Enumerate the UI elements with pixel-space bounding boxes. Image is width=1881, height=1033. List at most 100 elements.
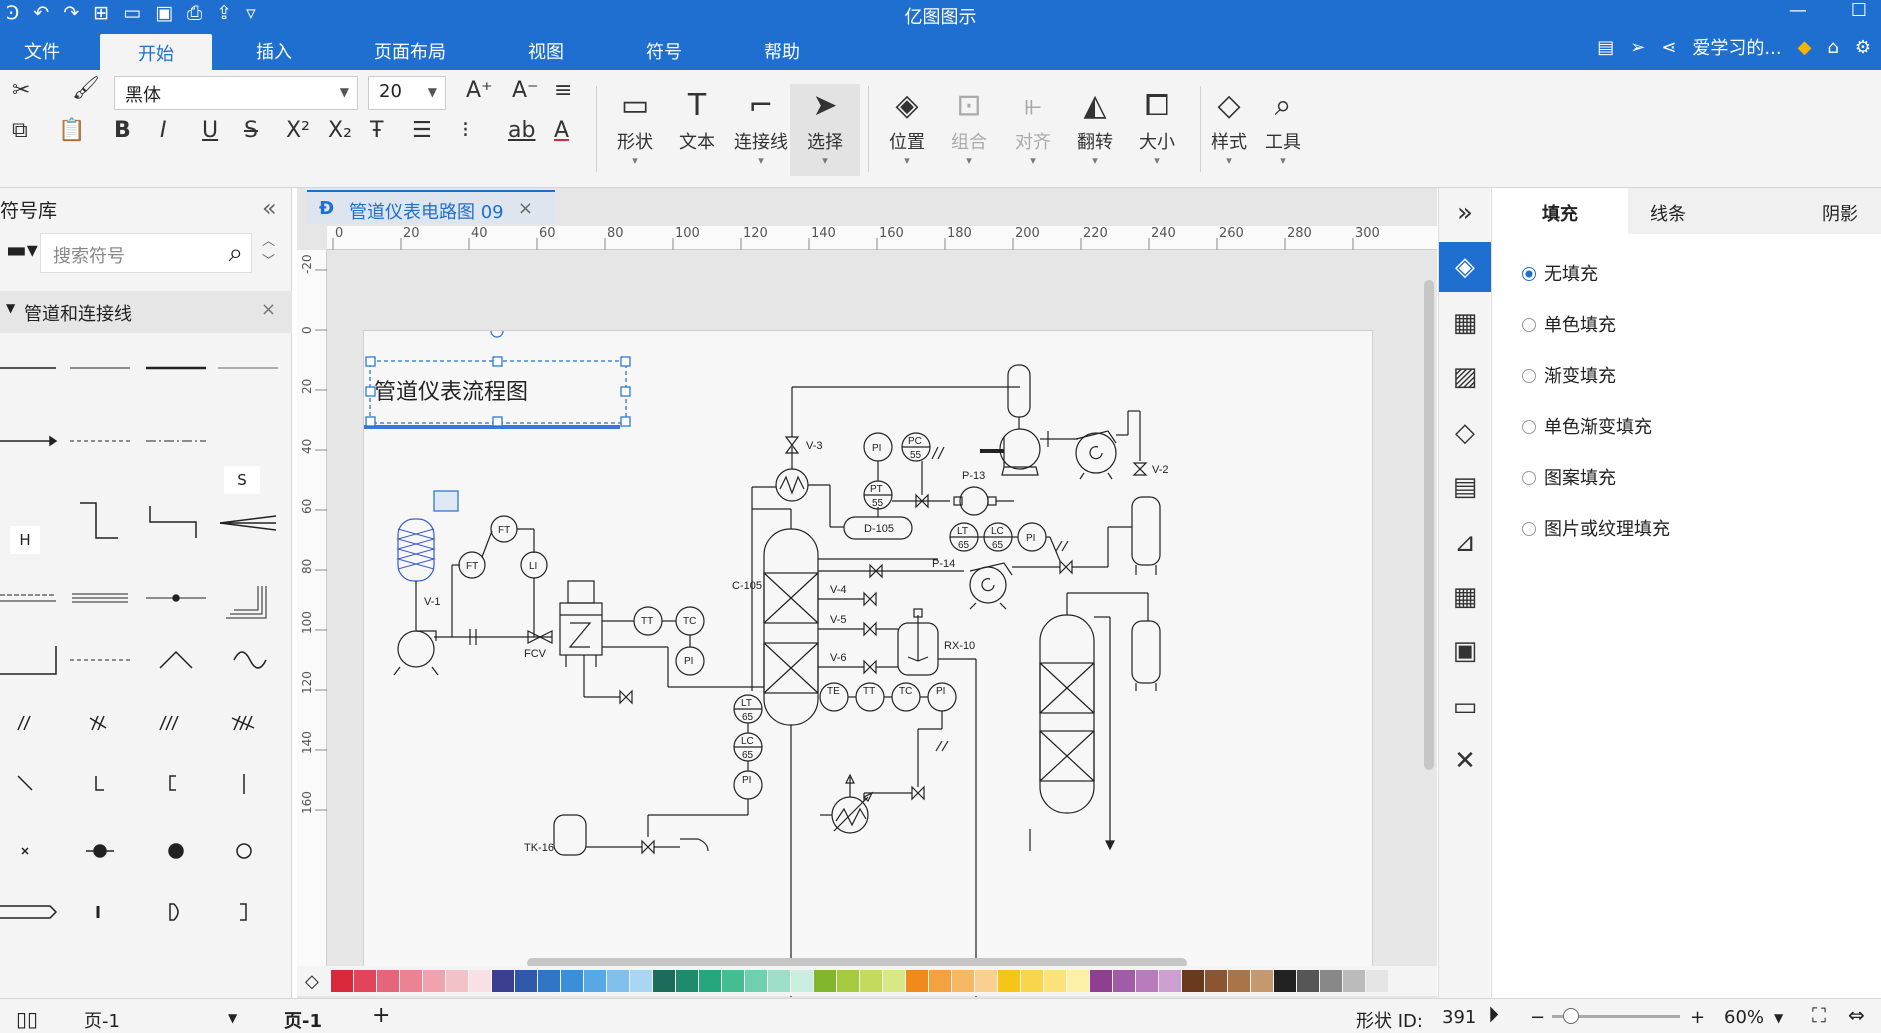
connector-button[interactable]: ⌐ 连接线 ▾ <box>726 84 796 167</box>
italic-icon[interactable]: I <box>160 118 167 143</box>
symbol-triple-line[interactable] <box>72 593 128 603</box>
fit-width-icon[interactable]: ⇔ <box>1848 1003 1865 1027</box>
share-icon[interactable]: ⋖ <box>1661 37 1676 58</box>
compressor[interactable] <box>1075 430 1117 480</box>
table-panel-icon[interactable]: ▦ <box>1439 572 1491 622</box>
symbol-h-label[interactable]: H <box>10 526 40 554</box>
diagram-title[interactable]: 管道仪表流程图 <box>374 379 528 404</box>
page-tab[interactable]: 页-1 <box>284 1007 322 1033</box>
instr-tc1[interactable]: TC <box>675 606 705 636</box>
instr-ft1[interactable]: FT <box>458 551 486 579</box>
color-swatch[interactable] <box>1113 970 1135 992</box>
title-textbox[interactable]: 管道仪表流程图 <box>364 324 631 429</box>
color-swatch[interactable] <box>653 970 675 992</box>
color-swatch[interactable] <box>331 970 353 992</box>
close-icon[interactable]: × <box>518 198 533 219</box>
color-swatch[interactable] <box>837 970 859 992</box>
chevron-down-icon[interactable]: ﹀ <box>262 252 275 272</box>
crop-panel-icon[interactable]: ▣ <box>1439 626 1491 676</box>
pump-top[interactable] <box>980 428 1041 476</box>
menu-page-layout[interactable]: 页面布局 <box>374 38 446 64</box>
grid-panel-icon[interactable]: ▦ <box>1439 298 1491 348</box>
subscript-icon[interactable]: X₂ <box>328 118 352 143</box>
column-right[interactable] <box>1039 614 1095 814</box>
instr-tt1[interactable]: TT <box>633 606 663 636</box>
text-button[interactable]: T 文本 <box>662 84 732 154</box>
expand-panel-icon[interactable]: » <box>1439 188 1491 238</box>
image-panel-icon[interactable]: ▨ <box>1439 352 1491 402</box>
symbol-l-bracket[interactable] <box>95 776 104 791</box>
color-swatch[interactable] <box>1366 970 1388 992</box>
symbol-dot-line[interactable] <box>146 594 206 602</box>
symbol-triple-slash[interactable] <box>159 715 179 731</box>
symbol-double-slash[interactable] <box>17 715 31 731</box>
send-icon[interactable]: ➢ <box>1630 37 1645 58</box>
zoom-out-icon[interactable]: − <box>1530 1007 1545 1028</box>
condenser[interactable] <box>775 468 809 502</box>
shape-button[interactable]: ▭ 形状 ▾ <box>600 84 670 167</box>
color-swatch[interactable] <box>906 970 928 992</box>
paste-icon[interactable]: 📋 <box>58 118 85 143</box>
color-swatch[interactable] <box>423 970 445 992</box>
chevron-up-icon[interactable]: ︿ <box>262 232 275 252</box>
heater-bottom[interactable] <box>820 773 874 834</box>
drum-top[interactable] <box>1007 364 1031 429</box>
highlight-icon[interactable]: ab <box>508 118 535 143</box>
color-swatch[interactable] <box>1021 970 1043 992</box>
instr-lt2[interactable]: LT 65 <box>733 694 763 724</box>
chart-panel-icon[interactable]: ⊿ <box>1439 518 1491 568</box>
symbol-hollow-circle[interactable] <box>236 843 252 859</box>
cut-icon[interactable]: ✂ <box>12 78 30 103</box>
symbol-double-slash-x[interactable] <box>89 715 107 731</box>
heat-exchanger[interactable] <box>559 580 603 667</box>
color-swatch[interactable] <box>561 970 583 992</box>
color-swatch[interactable] <box>1251 970 1273 992</box>
symbol-fan-lines[interactable] <box>219 515 277 531</box>
font-color-icon[interactable]: A <box>554 118 569 143</box>
align-icon[interactable]: ≡ <box>554 78 572 103</box>
strikethrough-icon[interactable]: S <box>244 118 258 143</box>
zoom-slider-thumb[interactable] <box>1563 1008 1580 1024</box>
color-swatch[interactable] <box>1044 970 1066 992</box>
color-swatch[interactable] <box>791 970 813 992</box>
symbol-d-shape[interactable] <box>169 903 179 921</box>
symbol-s-label[interactable]: S <box>224 466 260 494</box>
instr-tt2[interactable]: TT <box>855 682 885 712</box>
font-size-select[interactable]: 20 ▼ <box>368 76 446 110</box>
tank-right-1[interactable] <box>1131 496 1161 575</box>
position-button[interactable]: ◈ 位置 ▾ <box>872 84 942 167</box>
pump-p1[interactable] <box>393 630 439 676</box>
color-swatch[interactable] <box>630 970 652 992</box>
instr-lc2[interactable]: LC 65 <box>733 732 763 762</box>
symbol-triple-slash-x[interactable] <box>231 715 255 731</box>
flip-button[interactable]: ◭ 翻转 ▾ <box>1060 84 1130 167</box>
color-swatch[interactable] <box>952 970 974 992</box>
instr-pi1[interactable]: PI <box>675 646 705 676</box>
underline-icon[interactable]: U <box>202 118 218 143</box>
layers-panel-icon[interactable]: ◇ <box>1439 408 1491 458</box>
symbol-triangle-wave[interactable] <box>159 650 193 669</box>
color-swatch[interactable] <box>1182 970 1204 992</box>
format-panel-icon[interactable]: ▭ <box>1439 682 1491 732</box>
tank-tk16[interactable]: TK-16 <box>524 814 587 856</box>
fill-option-pattern[interactable]: 图案填充 <box>1522 464 1616 490</box>
pump-p14[interactable] <box>969 562 1013 610</box>
color-swatch[interactable] <box>676 970 698 992</box>
symbol-arrow-line[interactable] <box>0 435 58 447</box>
instr-pi4[interactable]: PI <box>733 770 763 800</box>
line-spacing-icon[interactable]: ☰ <box>412 118 432 143</box>
color-swatch[interactable] <box>1343 970 1365 992</box>
tools-button[interactable]: ⌕ 工具 ▾ <box>1248 84 1318 167</box>
color-swatch[interactable] <box>699 970 721 992</box>
group-button[interactable]: ⊡ 组合 ▾ <box>934 84 1004 167</box>
pid-diagram[interactable]: 管道仪表流程图 V-1 FCV FT FT LI TT TC PI C-105 … <box>364 324 1374 997</box>
font-grow-icon[interactable]: A⁺ <box>466 78 493 103</box>
symbol-c-bracket[interactable] <box>169 775 176 791</box>
menu-symbol[interactable]: 符号 <box>646 38 682 64</box>
instr-lt1[interactable]: LT 65 <box>949 522 979 552</box>
color-swatch[interactable] <box>446 970 468 992</box>
search-icon[interactable]: ⌕ <box>228 238 243 269</box>
color-swatch[interactable] <box>492 970 514 992</box>
color-swatch[interactable] <box>929 970 951 992</box>
fill-option-solid[interactable]: 单色填充 <box>1522 311 1616 337</box>
